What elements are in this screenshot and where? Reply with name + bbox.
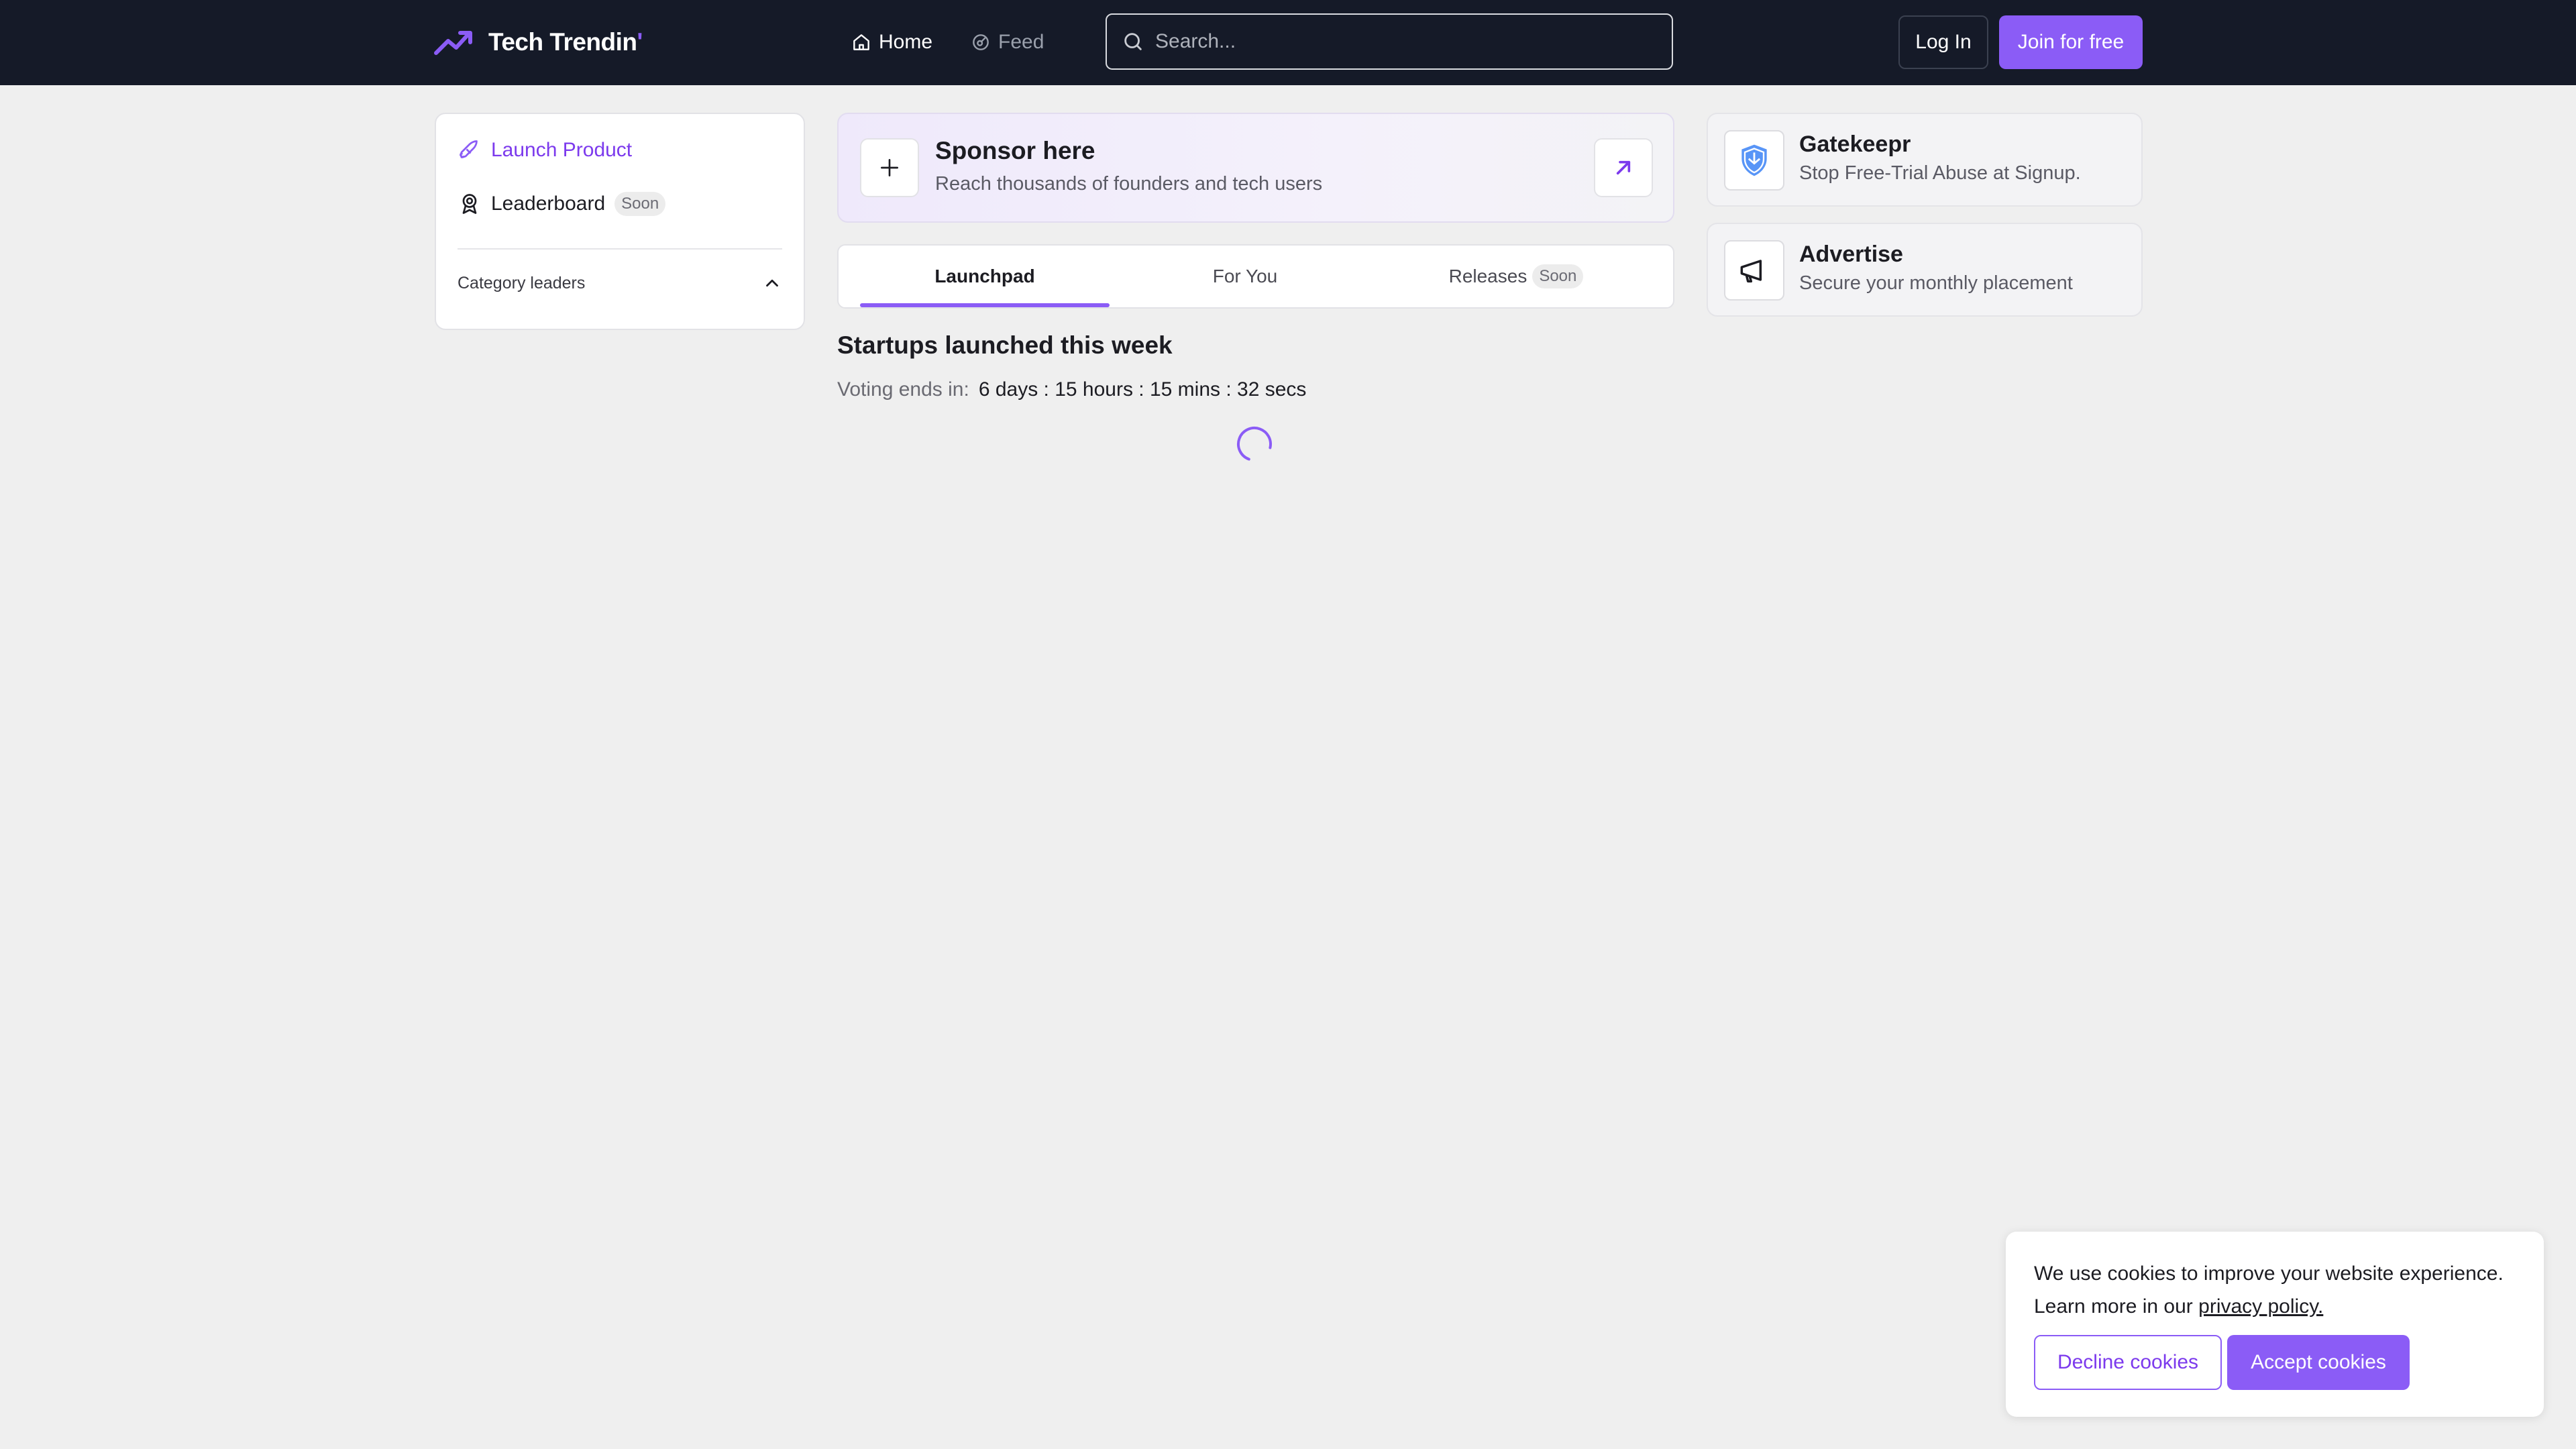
brand-name: Tech Trendin' xyxy=(488,28,643,56)
sponsor-card[interactable]: Sponsor here Reach thousands of founders… xyxy=(837,113,1674,223)
sponsor-title: Sponsor here xyxy=(935,137,1095,164)
voting-countdown: Voting ends in: 6 days : 15 hours : 15 mi… xyxy=(837,378,1306,401)
trending-up-icon xyxy=(434,31,472,55)
loading-spinner-icon xyxy=(1237,427,1272,462)
nav-feed-label: Feed xyxy=(998,31,1044,53)
category-leaders-toggle[interactable]: Category leaders xyxy=(458,270,782,297)
nav-home[interactable]: Home xyxy=(851,31,932,54)
tab-label: Releases xyxy=(1448,266,1527,286)
shield-icon xyxy=(1741,144,1767,176)
home-icon xyxy=(853,34,869,50)
add-sponsor-button[interactable] xyxy=(860,138,919,197)
brand-logo[interactable]: Tech Trendin' xyxy=(433,25,643,59)
nav-feed[interactable]: Feed xyxy=(970,31,1044,54)
soon-badge: Soon xyxy=(614,192,666,216)
nav-home-label: Home xyxy=(879,31,933,53)
sidebar-item-leaderboard[interactable]: Leaderboard Soon xyxy=(458,192,666,216)
arrow-up-right-icon xyxy=(1616,160,1631,175)
privacy-policy-link[interactable]: privacy policy. xyxy=(2198,1295,2323,1318)
sidebar-item-label: Launch Product xyxy=(491,139,633,161)
search-input[interactable] xyxy=(1154,30,1666,54)
countdown-value: 6 days : 15 hours : 15 mins : 32 secs xyxy=(978,378,1307,400)
award-icon xyxy=(462,194,477,214)
tab-label: Launchpad xyxy=(934,266,1035,286)
left-sidebar: Launch Product Leaderboard Soon Category… xyxy=(435,113,805,330)
tab-releases[interactable]: Releases Soon xyxy=(1381,246,1652,307)
chevron-up-icon xyxy=(766,279,778,287)
rocket-icon xyxy=(460,140,478,158)
feed-icon xyxy=(973,34,989,50)
ad-subtitle: Stop Free-Trial Abuse at Signup. xyxy=(1799,162,2081,184)
sidebar-item-launch-product[interactable]: Launch Product xyxy=(458,138,632,162)
voting-label: Voting ends in: xyxy=(837,378,969,400)
megaphone-icon xyxy=(1740,260,1762,283)
open-sponsor-button[interactable] xyxy=(1594,138,1653,197)
accept-cookies-button[interactable]: Accept cookies xyxy=(2227,1335,2410,1390)
tab-label: For You xyxy=(1212,266,1278,286)
sponsor-subtitle: Reach thousands of founders and tech use… xyxy=(935,173,1323,195)
ad-title: Advertise xyxy=(1799,241,1903,267)
ad-card-advertise[interactable]: Advertise Secure your monthly placement xyxy=(1707,223,2143,317)
decline-cookies-button[interactable]: Decline cookies xyxy=(2034,1335,2222,1390)
ad-card-gatekeepr[interactable]: Gatekeepr Stop Free-Trial Abuse at Signu… xyxy=(1707,113,2143,207)
soon-badge: Soon xyxy=(1532,264,1584,288)
cookie-message: We use cookies to improve your website e… xyxy=(2034,1257,2530,1323)
divider xyxy=(458,248,782,250)
section-title: Startups launched this week xyxy=(837,331,1173,359)
ad-logo xyxy=(1724,130,1784,191)
top-navigation-bar: Tech Trendin' Home Feed Log In Join for … xyxy=(0,0,2576,85)
plus-icon xyxy=(881,159,898,176)
ad-subtitle: Secure your monthly placement xyxy=(1799,272,2073,294)
search-icon xyxy=(1124,33,1142,50)
join-button[interactable]: Join for free xyxy=(1999,15,2143,69)
ad-logo xyxy=(1724,240,1784,301)
tab-launchpad[interactable]: Launchpad xyxy=(860,246,1110,307)
feed-tabs: Launchpad For You Releases Soon xyxy=(837,244,1674,309)
active-tab-indicator xyxy=(860,303,1110,307)
main-nav: Home Feed xyxy=(851,27,1081,58)
ad-title: Gatekeepr xyxy=(1799,131,1911,157)
category-leaders-label: Category leaders xyxy=(458,273,586,292)
sidebar-item-label: Leaderboard xyxy=(491,193,606,215)
cookie-banner: We use cookies to improve your website e… xyxy=(2006,1232,2544,1417)
tab-for-you[interactable]: For You xyxy=(1110,246,1381,307)
login-button[interactable]: Log In xyxy=(1898,15,1988,69)
search-box[interactable] xyxy=(1106,13,1673,70)
